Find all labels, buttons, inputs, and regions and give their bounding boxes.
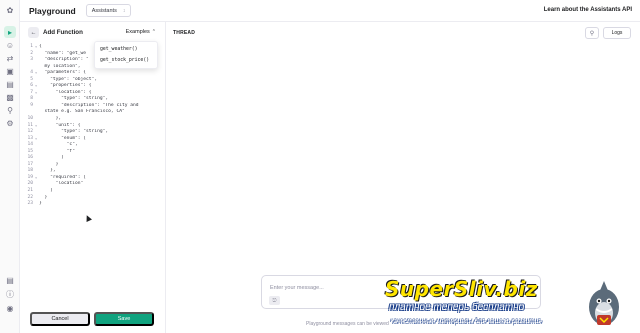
back-button[interactable]: ← [28,27,39,38]
usage-icon[interactable]: ▩ [4,91,16,103]
left-nav-rail: ✿ ▸ ☺ ⇄ ▣ ▤ ▩ ⚲ ⚙ ▤ ⓘ ◉ [0,0,20,333]
playground-icon[interactable]: ▸ [4,26,16,38]
line-number: 23 [27,201,33,207]
openai-logo-icon[interactable]: ✿ [4,4,16,16]
logs-button[interactable]: Logs [603,27,631,39]
attach-icon[interactable]: ⎋ [269,296,280,305]
watermark: SuperSliv.biz платное теперь бесплатно к… [385,277,635,333]
user-avatar[interactable]: ◉ [4,302,16,314]
watermark-tagline: качественные материалы для вашего развит… [391,318,542,325]
code-text: } [39,201,42,207]
thread-label: THREAD [173,30,196,36]
api-keys-icon[interactable]: ⚲ [4,104,16,116]
cancel-button[interactable]: Cancel [30,312,90,326]
help-icon[interactable]: ⓘ [4,288,16,300]
save-button[interactable]: Save [94,312,154,326]
shark-mascot-icon [589,281,619,325]
panel-header: ← Add Function Examples ⌃ [20,22,166,42]
top-header: Playground Assistants ↕ Learn about the … [20,0,640,22]
storage-icon[interactable]: ▣ [4,65,16,77]
example-option-get-stock-price[interactable]: get_stock_price() [95,55,157,66]
clear-icon[interactable]: ⚲ [585,27,599,39]
code-line: 23} [23,201,163,208]
mode-select-value: Assistants [91,7,117,14]
settings-icon[interactable]: ⚙ [4,117,16,129]
examples-button[interactable]: Examples ⌃ [126,29,156,35]
learn-assistants-link[interactable]: Learn about the Assistants API [544,7,632,13]
watermark-subtitle: платное теперь бесплатно [389,302,525,313]
page-title: Playground [29,5,76,16]
chevron-updown-icon: ↕ [122,7,126,14]
assistants-icon[interactable]: ☺ [4,39,16,51]
watermark-title: SuperSliv.biz [385,277,538,301]
example-option-get-weather[interactable]: get_weather() [95,44,157,55]
app-window: ✿ ▸ ☺ ⇄ ▣ ▤ ▩ ⚲ ⚙ ▤ ⓘ ◉ Playground Assis… [0,0,640,333]
docs-icon[interactable]: ▤ [4,274,16,286]
examples-label: Examples [125,29,150,35]
fine-tuning-icon[interactable]: ⇄ [4,52,16,64]
examples-dropdown: get_weather() get_stock_price() [94,41,158,69]
chevron-up-icon: ⌃ [151,29,156,35]
message-input[interactable]: Enter your message... [270,285,324,291]
footer-note: Playground messages can be viewed [306,321,389,327]
logs-label: Logs [611,30,623,36]
panel-title: Add Function [43,29,83,36]
mode-select[interactable]: Assistants ↕ [85,4,132,17]
batches-icon[interactable]: ▤ [4,78,16,90]
